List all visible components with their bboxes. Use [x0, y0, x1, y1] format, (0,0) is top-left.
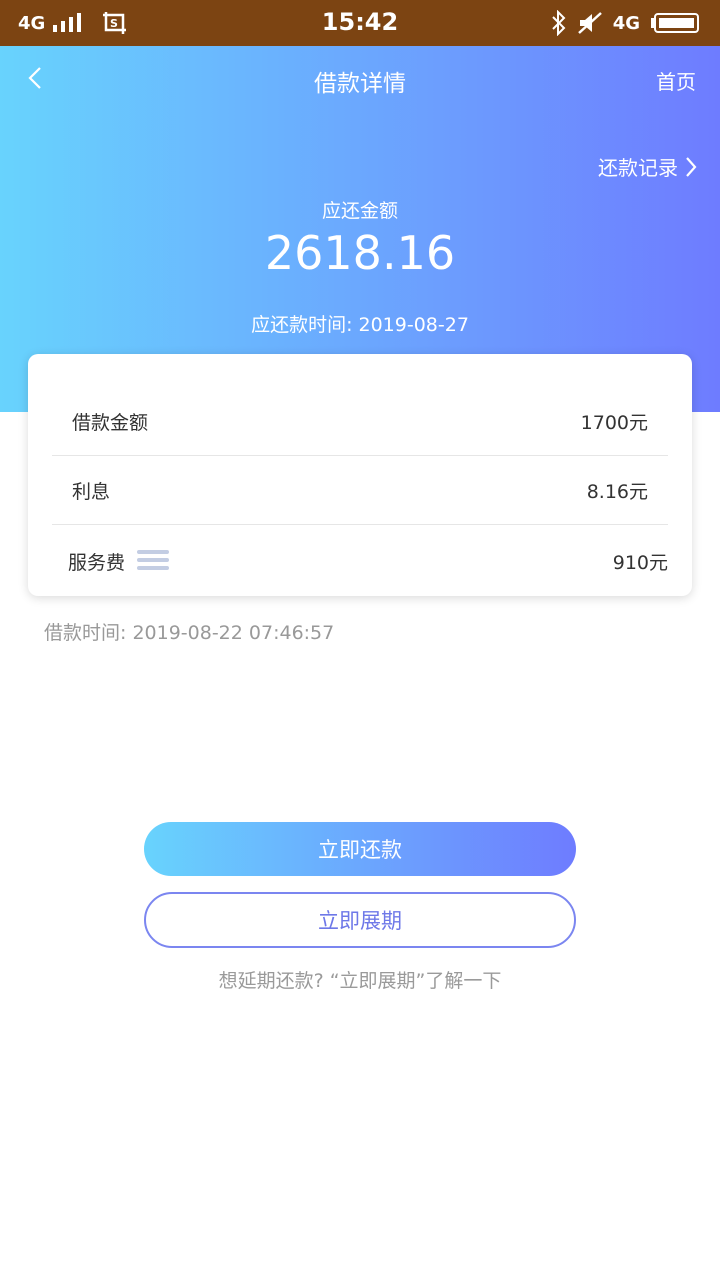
loan-detail-card: 借款金额 1700元 利息 8.16元 服务费 910元: [28, 354, 692, 596]
chevron-right-icon: [686, 156, 697, 177]
detail-value: 8.16元: [586, 481, 648, 503]
bluetooth-icon: [551, 10, 566, 36]
due-date: 应还款时间: 2019-08-27: [251, 314, 469, 336]
status-right-group: 4G: [551, 9, 700, 37]
detail-label: 利息: [72, 481, 111, 503]
network-type-label-right: 4G: [612, 12, 640, 34]
home-link[interactable]: 首页: [656, 66, 696, 95]
extend-now-button[interactable]: 立即展期: [144, 892, 576, 948]
detail-value: 910元: [612, 551, 668, 574]
due-amount-label: 应还金额: [321, 200, 398, 222]
list-icon[interactable]: [137, 550, 170, 572]
repayment-record-link[interactable]: 还款记录: [598, 152, 698, 181]
battery-icon: [651, 13, 699, 33]
due-amount-value: 2618.16: [264, 226, 456, 280]
extension-hint: 想延期还款? “立即展期”了解一下: [218, 970, 502, 992]
page-title: 借款详情: [314, 71, 406, 97]
detail-row-service-fee[interactable]: 服务费 910元: [52, 527, 676, 595]
loan-time: 借款时间: 2019-08-22 07:46:57: [44, 622, 335, 644]
detail-label: 服务费: [68, 551, 126, 574]
service-fee-label-group: 服务费: [68, 548, 170, 575]
repayment-record-label: 还款记录: [598, 156, 678, 180]
repay-now-button[interactable]: 立即还款: [144, 822, 576, 876]
detail-row-loan-amount: 借款金额 1700元: [52, 388, 668, 456]
detail-row-interest: 利息 8.16元: [52, 457, 668, 525]
mute-icon: [577, 12, 602, 34]
detail-value: 1700元: [580, 412, 648, 434]
detail-label: 借款金额: [72, 412, 149, 434]
status-bar: 4G S 15:42 4G: [0, 0, 720, 46]
